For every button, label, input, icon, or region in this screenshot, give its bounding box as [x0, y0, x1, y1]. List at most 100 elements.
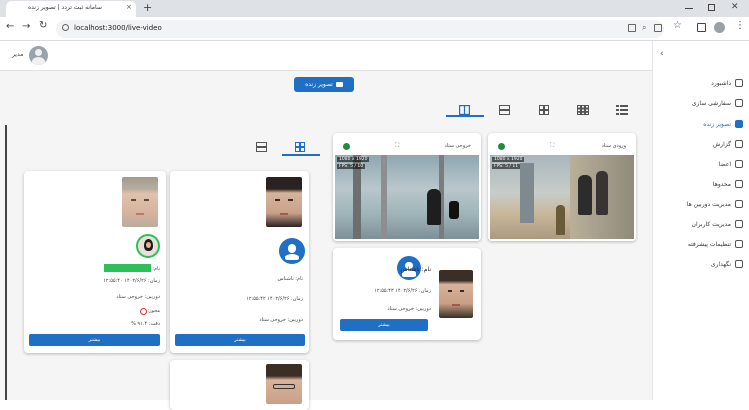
- new-tab-button[interactable]: +: [143, 1, 152, 14]
- sidebar-item[interactable]: گزارش: [713, 137, 743, 151]
- gear-icon: [735, 99, 743, 107]
- detection-camera: دوربین: خروجی ستاد: [387, 306, 431, 312]
- tools-icon: [735, 260, 743, 268]
- event-face-image: [266, 177, 302, 227]
- sidebar-item[interactable]: مدیریت دوربین ها: [687, 197, 743, 211]
- layout-grid-2x2-icon[interactable]: [539, 100, 549, 115]
- layout-list-icon[interactable]: [616, 100, 628, 115]
- sidebar-item[interactable]: تصویر زنده: [703, 117, 743, 131]
- app-header: مدیر: [0, 41, 652, 71]
- layout-selector: [446, 97, 646, 117]
- event-more-button[interactable]: بیشتر: [175, 334, 305, 346]
- users-icon: [735, 220, 743, 228]
- dashboard-icon: [735, 79, 743, 87]
- sidebar-item-label: تنظیمات پیشرفته: [687, 240, 731, 248]
- event-accuracy: دقت: ۹۱.۴ %: [131, 321, 160, 327]
- settings-icon: [735, 240, 743, 248]
- detection-more-button[interactable]: بیشتر: [340, 319, 428, 331]
- events-grid-icon[interactable]: [295, 137, 305, 152]
- bookmark-star-icon[interactable]: ☆: [673, 20, 682, 31]
- profile-icon[interactable]: [714, 22, 725, 33]
- events-tab-underline: [282, 154, 320, 156]
- video-camera-icon: [335, 82, 343, 87]
- event-face-image: [122, 177, 158, 227]
- browser-tab[interactable]: سامانه ثبت تردد | تصویر زنده ×: [6, 1, 136, 17]
- event-time: زمان: ۱۴۰۲/۶/۲۶ ۱۲:۵۵:۴۰: [103, 278, 160, 284]
- back-icon[interactable]: ←: [6, 21, 14, 32]
- event-card: نام: زمان: ۱۴۰۲/۶/۲۶ ۱۲:۵۵:۴۰ دوربین: خر…: [24, 171, 166, 353]
- user-avatar-icon[interactable]: [29, 46, 48, 65]
- sidebar-item-label: سفارشی سازی: [691, 99, 731, 107]
- event-camera: دوربین: خروجی ستاد: [259, 317, 303, 323]
- event-card: نام: ناشناس زمان: ۱۴۰۲/۶/۲۶ ۱۲:۵۵:۴۲ دور…: [170, 171, 309, 353]
- tab-title: سامانه ثبت تردد | تصویر زنده: [28, 4, 102, 11]
- member-name-redacted: [104, 264, 151, 272]
- event-name: نام:: [152, 266, 160, 272]
- sidebar: ‹ داشبورد سفارشی سازی تصویر زنده گزارش اعضا م…: [652, 41, 749, 400]
- sidebar-item-label: داشبورد: [711, 79, 731, 87]
- forward-icon[interactable]: →: [22, 21, 30, 32]
- sidebar-item[interactable]: داشبورد: [711, 76, 743, 90]
- reload-icon[interactable]: ↻: [39, 20, 47, 31]
- sidebar-item[interactable]: سفارشی سازی: [692, 96, 743, 110]
- detected-face-image: [439, 270, 473, 318]
- camera-resolution: 1080 x 1920: [337, 157, 370, 162]
- event-face-image: [266, 364, 302, 404]
- zones-icon: [735, 180, 743, 188]
- main-content: تصویر زنده ⛶ ورودی ستاد 1080 x 1920 FPS:…: [0, 71, 652, 410]
- sidebar-collapse-icon[interactable]: ‹: [660, 49, 664, 59]
- camera-name: ورودی ستاد: [601, 143, 626, 149]
- sidebar-item[interactable]: نگهداری: [711, 257, 743, 271]
- sidebar-item-label: محدوها: [712, 180, 731, 188]
- layout-split-icon[interactable]: [459, 100, 471, 116]
- layout-grid-3x3-icon[interactable]: [577, 100, 589, 116]
- live-video-label: تصویر زنده: [305, 81, 333, 88]
- event-name: نام: ناشناس: [277, 276, 303, 282]
- event-card: [170, 360, 309, 410]
- camera-name: خروجی ستاد: [444, 143, 471, 149]
- event-time: زمان: ۱۴۰۲/۶/۲۶ ۱۲:۵۵:۴۲: [246, 296, 303, 302]
- camera-icon: [735, 120, 743, 128]
- tab-close-icon[interactable]: ×: [126, 3, 132, 11]
- sidebar-item[interactable]: مدیریت کاربران: [692, 217, 743, 231]
- browser-menu-icon[interactable]: ⋮: [735, 20, 745, 31]
- sidebar-item-label: تصویر زنده: [703, 120, 731, 128]
- layout-active-underline: [446, 115, 484, 117]
- camera-feed: 1080 x 1920 FPS: 5 / 11: [490, 155, 634, 239]
- sidebar-item[interactable]: اعضا: [719, 157, 743, 171]
- site-info-icon[interactable]: [62, 24, 69, 31]
- camera-card: ⛶ ورودی ستاد 1080 x 1920 FPS: 5 / 11: [488, 133, 636, 241]
- camera-fps: FPS: 5 / 11: [492, 164, 521, 169]
- user-name: مدیر: [12, 51, 24, 58]
- camera-manage-icon: [735, 200, 743, 208]
- share-icon[interactable]: [654, 24, 662, 32]
- window-maximize-icon[interactable]: [708, 4, 715, 11]
- live-video-button[interactable]: تصویر زنده: [294, 77, 354, 92]
- event-camera: دوربین: خروجی ستاد: [116, 294, 160, 300]
- side-panel-icon[interactable]: [697, 23, 706, 32]
- detection-name: نام: ناشناس: [400, 266, 431, 273]
- url-text: localhost:3000/live-video: [74, 24, 162, 32]
- camera-status-dot: [343, 143, 350, 150]
- camera-status-dot: [498, 143, 505, 150]
- report-icon: [735, 140, 743, 148]
- camera-fullscreen-icon[interactable]: ⛶: [395, 142, 399, 150]
- window-close-icon[interactable]: ✕: [731, 2, 739, 12]
- sidebar-item-label: نگهداری: [710, 260, 731, 268]
- sidebar-item-label: مدیریت دوربین ها: [686, 200, 731, 208]
- zoom-icon[interactable]: ⌕: [642, 23, 646, 33]
- camera-fullscreen-icon[interactable]: ⛶: [550, 142, 554, 150]
- install-app-icon[interactable]: [628, 24, 636, 32]
- sidebar-item[interactable]: محدوها: [713, 177, 743, 191]
- event-more-button[interactable]: بیشتر: [29, 334, 160, 346]
- window-minimize-icon[interactable]: [685, 8, 693, 9]
- address-bar[interactable]: localhost:3000/live-video ⌕: [56, 20, 664, 38]
- browser-toolbar: ← → ↻ localhost:3000/live-video ⌕ ☆ ⋮: [0, 17, 749, 41]
- sidebar-item[interactable]: تنظیمات پیشرفته: [688, 237, 743, 251]
- camera-feed: 1080 x 1920 FPS: 5 / 10: [335, 155, 479, 239]
- layout-rows-icon[interactable]: [499, 100, 510, 115]
- member-avatar-icon: [136, 234, 160, 258]
- browser-tab-bar: 3M سامانه ثبت تردد | تصویر زنده × + ✕: [0, 0, 749, 17]
- events-rows-icon[interactable]: [256, 137, 267, 152]
- sidebar-item-label: گزارش: [712, 140, 731, 148]
